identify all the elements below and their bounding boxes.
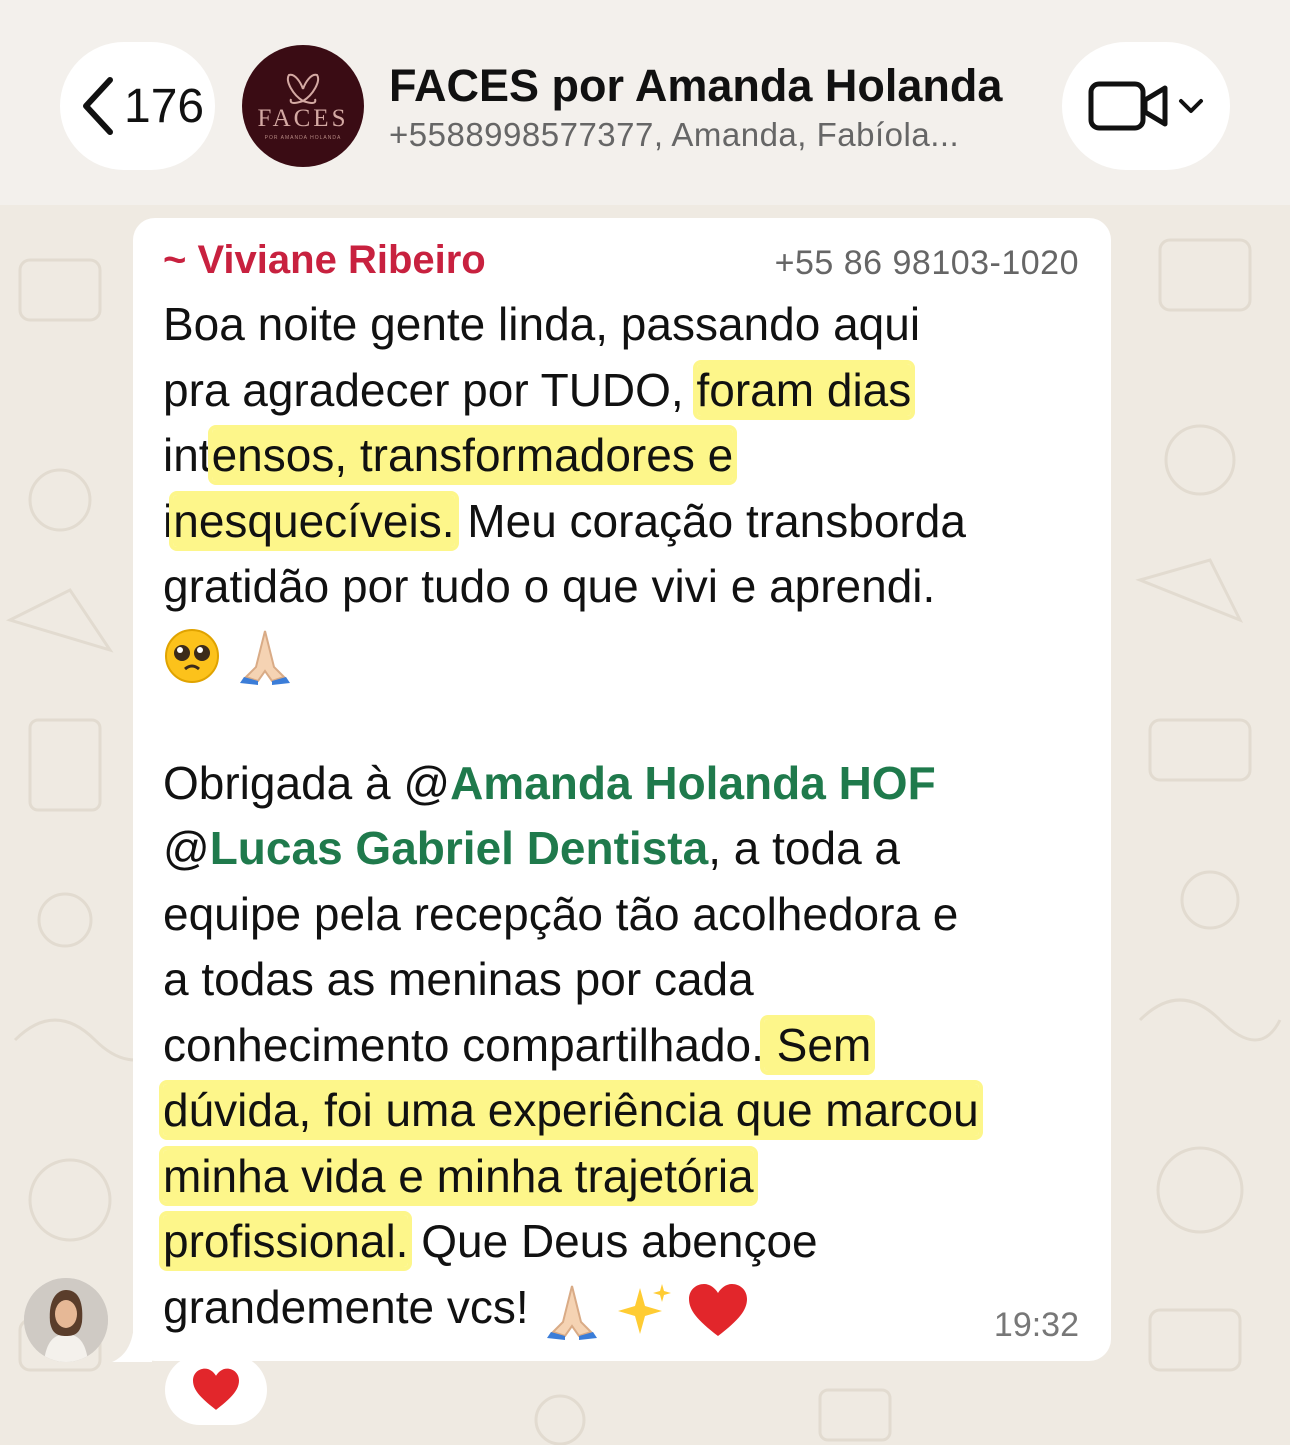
group-avatar[interactable]: FACES POR AMANDA HOLANDA: [242, 45, 364, 167]
folded-hands-icon: [239, 630, 290, 685]
highlight-mark: profissional.: [163, 1215, 409, 1267]
message-bubble[interactable]: ~ Viviane Ribeiro +55 86 98103-1020 Boa …: [133, 218, 1111, 1361]
butterfly-logo-icon: [287, 73, 319, 104]
mention-lucas[interactable]: Lucas Gabriel Dentista: [210, 822, 709, 874]
video-camera-icon: [1088, 81, 1168, 131]
message-line: gratidão por tudo o que vivi e aprendi.: [163, 560, 936, 612]
sparkles-icon: [618, 1283, 672, 1334]
highlight-mark: ensos, transformadores e: [211, 429, 734, 481]
highlight-mark: Sem: [763, 1019, 872, 1071]
logo-subtext: POR AMANDA HOLANDA: [264, 135, 342, 141]
message-line: grandemente vcs!: [163, 1277, 749, 1340]
red-heart-icon: [689, 1283, 747, 1336]
back-button[interactable]: 176: [60, 42, 215, 170]
message-line: conhecimento compartilhado. Sem: [163, 1019, 872, 1071]
sender-avatar[interactable]: [24, 1278, 108, 1362]
message-line: dúvida, foi uma experiência que marcou: [163, 1080, 979, 1140]
message-line: equipe pela recepção tão acolhedora e: [163, 888, 959, 940]
reaction-badge[interactable]: [165, 1355, 267, 1425]
logo-text: FACES: [257, 105, 349, 132]
message-line: pra agradecer por TUDO, foram dias: [163, 364, 912, 416]
chevron-left-icon: [83, 77, 113, 135]
group-members[interactable]: +5588998577377, Amanda, Fabíola...: [389, 116, 959, 154]
person-photo: [24, 1278, 108, 1362]
group-name[interactable]: FACES por Amanda Holanda: [389, 60, 1002, 112]
message-line: Boa noite gente linda, passando aqui: [163, 298, 921, 350]
message-time: 19:32: [993, 1306, 1079, 1344]
message-line: inesquecíveis. Meu coração transborda: [163, 495, 966, 547]
folded-hands-icon: [547, 1285, 598, 1340]
chat-header: 176 FACES POR AMANDA HOLANDA FACES por A…: [0, 0, 1290, 205]
message-line: Obrigada à @Amanda Holanda HOF: [163, 757, 936, 809]
chevron-down-icon: [1179, 99, 1203, 113]
video-call-button[interactable]: [1062, 42, 1230, 170]
emoji-line: [163, 622, 296, 685]
highlight-mark: nesquecíveis.: [173, 495, 455, 547]
message-line: minha vida e minha trajetória: [163, 1146, 754, 1206]
message-line: intensos, transformadores e: [163, 429, 734, 481]
mention-amanda[interactable]: Amanda Holanda HOF: [450, 757, 936, 809]
message-line: profissional. Que Deus abençoe: [163, 1215, 818, 1267]
unread-count: 176: [124, 79, 205, 133]
highlight-mark: foram dias: [696, 364, 912, 416]
sender-name[interactable]: ~ Viviane Ribeiro: [163, 238, 486, 283]
message-line: a todas as meninas por cada: [163, 953, 754, 1005]
highlight-mark: minha vida e minha trajetória: [163, 1150, 754, 1202]
highlight-mark: dúvida, foi uma experiência que marcou: [163, 1084, 979, 1136]
pleading-face-icon: [165, 628, 219, 683]
sender-phone: +55 86 98103-1020: [774, 244, 1079, 282]
message-line: @Lucas Gabriel Dentista, a toda a: [163, 822, 901, 874]
red-heart-icon: [193, 1368, 239, 1410]
